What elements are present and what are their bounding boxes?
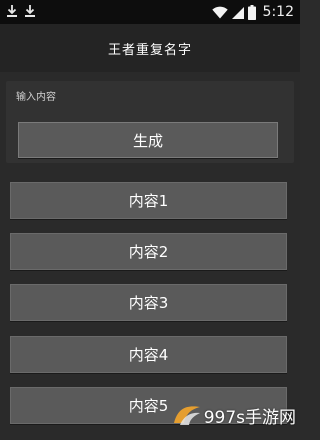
result-item-button[interactable]: 内容4 [10, 336, 287, 373]
status-bar: 5:12 [0, 0, 300, 24]
result-item-button[interactable]: 内容2 [10, 233, 287, 270]
content-input[interactable] [16, 87, 276, 107]
wifi-icon [211, 6, 228, 18]
page-title: 王者重复名字 [107, 42, 192, 58]
battery-icon [247, 4, 256, 20]
download-icon [25, 5, 35, 17]
status-time: 5:12 [262, 4, 294, 20]
generate-button[interactable]: 生成 [18, 122, 278, 158]
result-item-button[interactable]: 内容3 [10, 284, 287, 321]
status-icons: 5:12 [211, 2, 294, 22]
watermark: 997s手游网 [172, 401, 296, 429]
app-bar: 王者重复名字 [0, 24, 300, 72]
watermark-text: 997s手游网 [203, 407, 296, 428]
app-screen: 5:12 王者重复名字 生成 内容1 内容2 内容3 内容4 内容5 997s手… [0, 0, 300, 440]
cellular-signal-icon [231, 6, 244, 19]
download-icon [7, 5, 17, 17]
result-item-button[interactable]: 内容1 [10, 182, 287, 219]
watermark-logo-icon [173, 406, 200, 425]
